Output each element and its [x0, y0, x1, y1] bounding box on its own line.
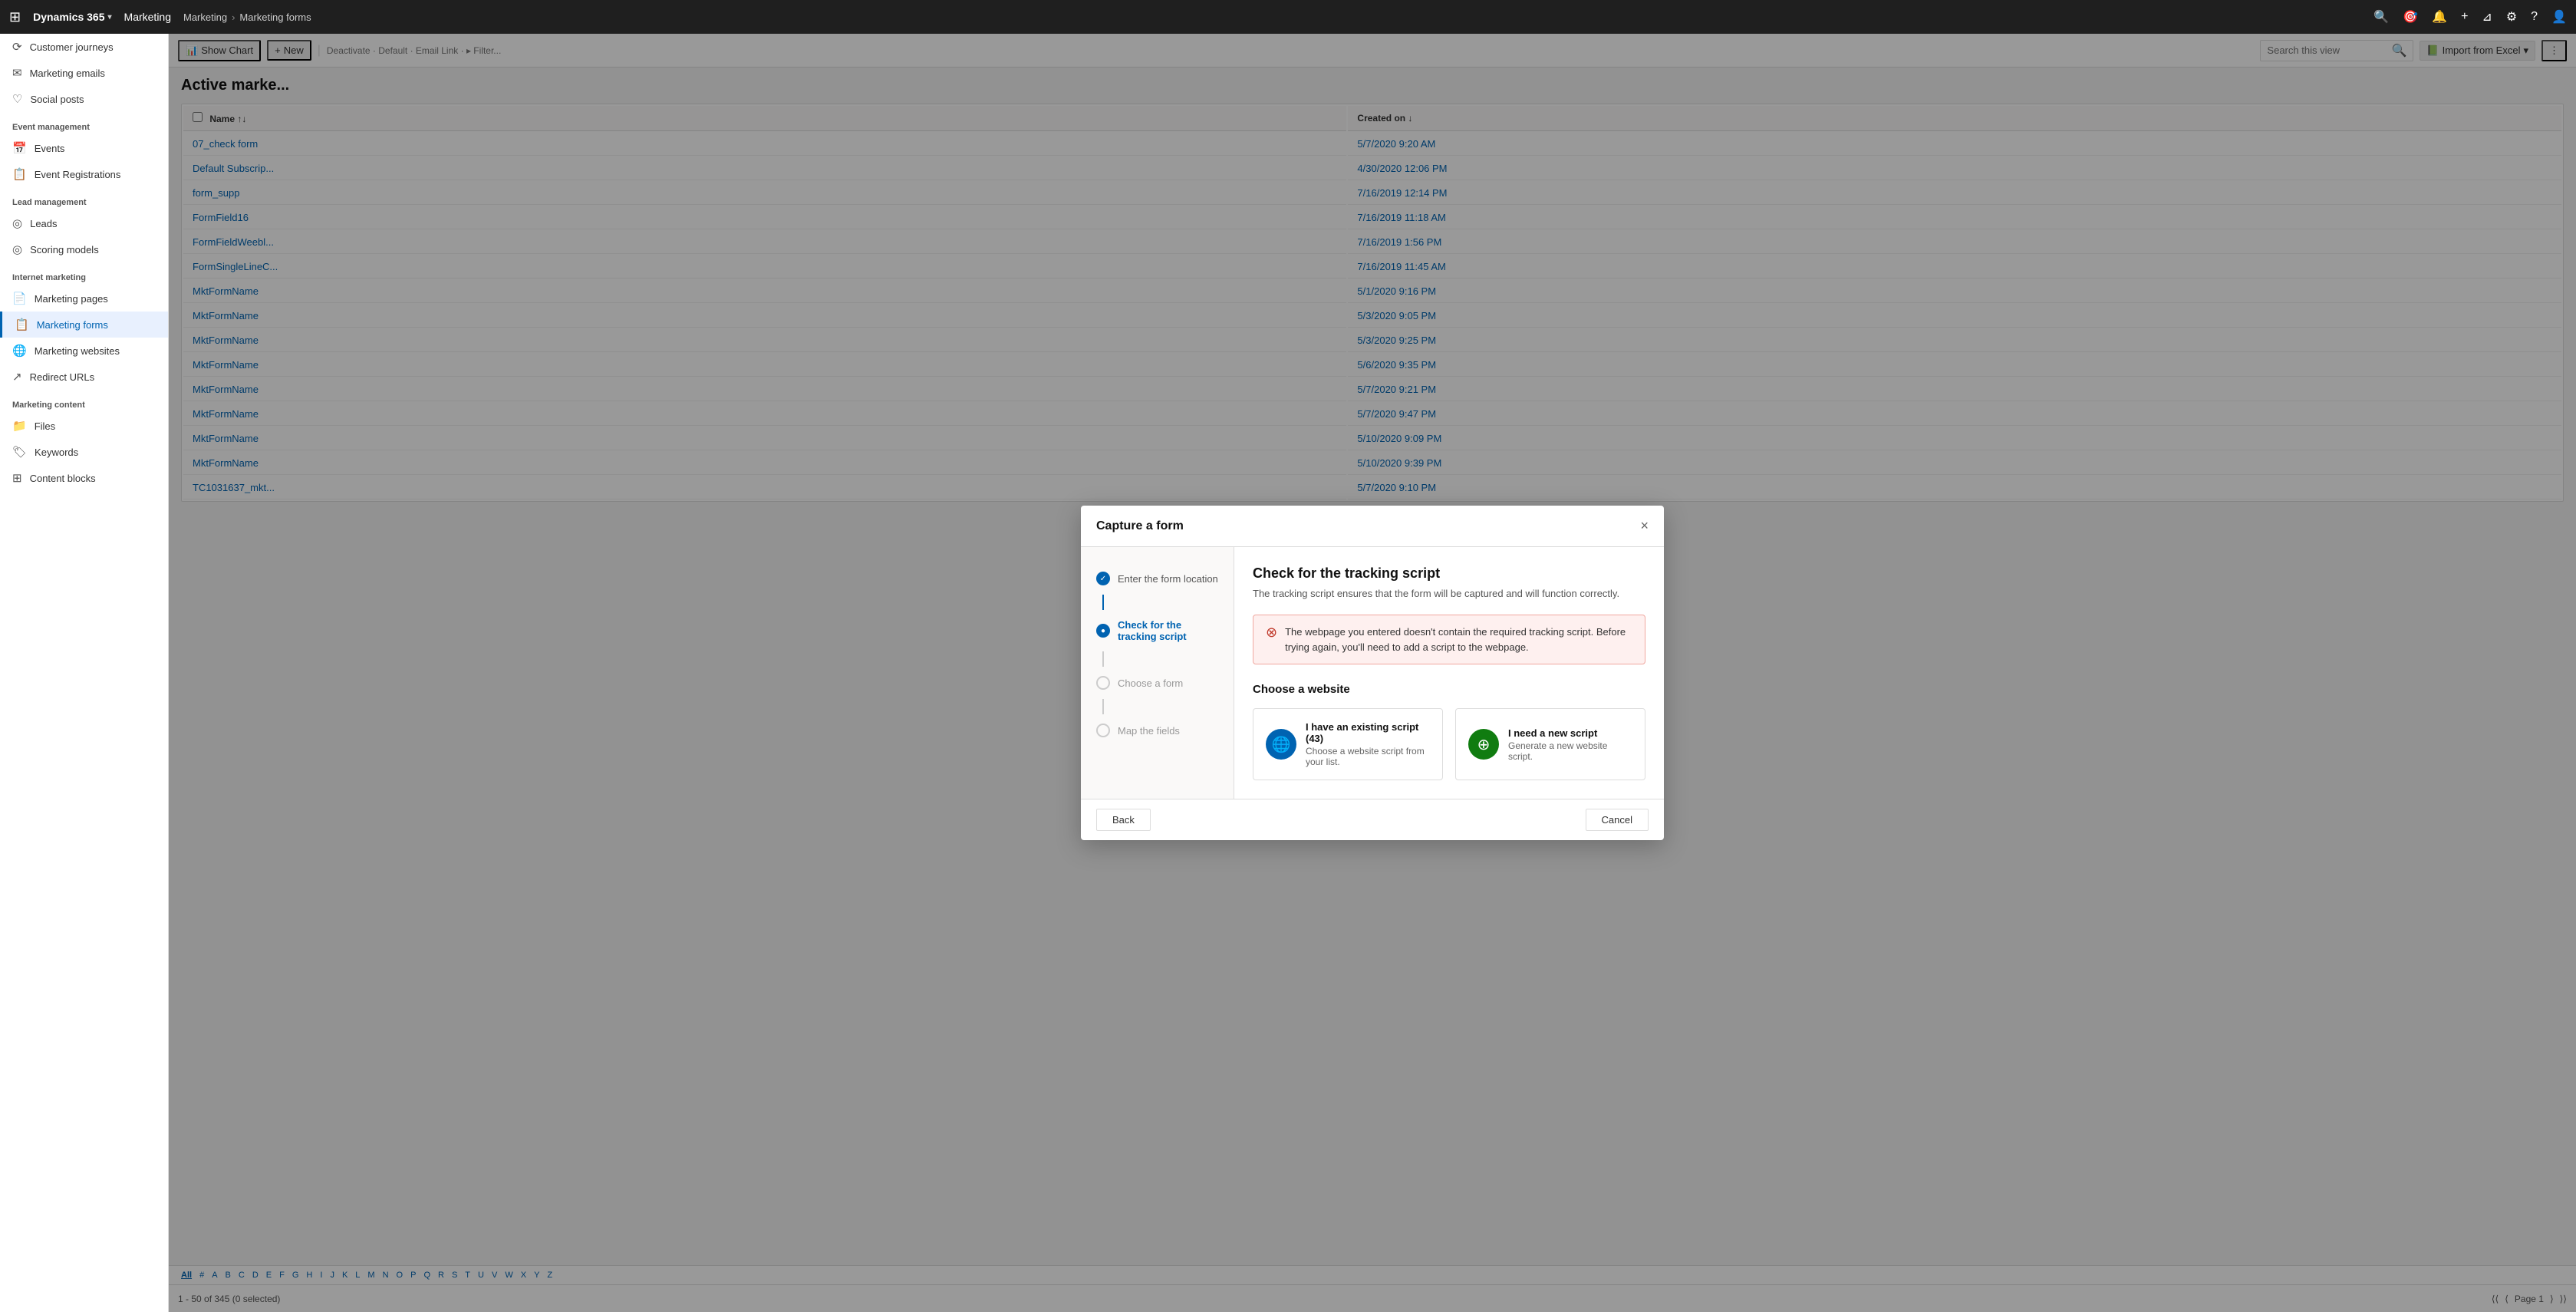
error-icon: ⊗: [1266, 625, 1277, 641]
events-icon: 📅: [12, 141, 27, 155]
step-label-1: Enter the form location: [1118, 573, 1218, 585]
sidebar-item-marketing-websites[interactable]: 🌐 Marketing websites: [0, 338, 168, 364]
option-new-script[interactable]: ⊕ I need a new script Generate a new web…: [1455, 708, 1645, 780]
modal-content-subtitle: The tracking script ensures that the for…: [1253, 588, 1645, 599]
sidebar: ⟳ Customer journeys ✉ Marketing emails ♡…: [0, 34, 169, 1312]
registrations-icon: 📋: [12, 167, 27, 181]
option-existing-script[interactable]: 🌐 I have an existing script (43) Choose …: [1253, 708, 1443, 780]
option-new-text: I need a new script Generate a new websi…: [1508, 727, 1632, 762]
app-body: ⟳ Customer journeys ✉ Marketing emails ♡…: [0, 34, 2576, 1312]
journey-icon: ⟳: [12, 40, 22, 54]
step-connector-2: [1102, 651, 1104, 667]
step-check-tracking: ● Check for the tracking script: [1081, 610, 1234, 651]
step-connector-1: [1102, 595, 1104, 610]
step-choose-form: Choose a form: [1081, 667, 1234, 699]
cancel-button[interactable]: Cancel: [1586, 809, 1649, 831]
choose-website-label: Choose a website: [1253, 683, 1645, 696]
modal-steps-panel: ✓ Enter the form location ● Check for th…: [1081, 547, 1234, 799]
back-button[interactable]: Back: [1096, 809, 1151, 831]
add-icon[interactable]: +: [2461, 10, 2468, 24]
modal-body: ✓ Enter the form location ● Check for th…: [1081, 547, 1664, 799]
existing-script-icon: 🌐: [1266, 729, 1296, 760]
option-new-title: I need a new script: [1508, 727, 1632, 739]
section-header-internet: Internet marketing: [0, 262, 168, 285]
sidebar-item-social-posts[interactable]: ♡ Social posts: [0, 86, 168, 112]
nav-icons: 🔍 🎯 🔔 + ⊿ ⚙ ? 👤: [2373, 9, 2567, 25]
step-circle-4: [1096, 724, 1110, 737]
option-existing-text: I have an existing script (43) Choose a …: [1306, 721, 1430, 767]
redirect-icon: ↗: [12, 370, 22, 384]
section-header-lead: Lead management: [0, 187, 168, 210]
files-icon: 📁: [12, 419, 27, 433]
breadcrumb: Marketing › Marketing forms: [183, 12, 311, 23]
modal-close-button[interactable]: ×: [1640, 518, 1649, 534]
sidebar-item-customer-journeys[interactable]: ⟳ Customer journeys: [0, 34, 168, 60]
sidebar-item-scoring-models[interactable]: ◎ Scoring models: [0, 236, 168, 262]
help-icon[interactable]: ?: [2531, 10, 2538, 24]
section-header-content: Marketing content: [0, 390, 168, 413]
step-enter-location: ✓ Enter the form location: [1081, 562, 1234, 595]
sidebar-item-content-blocks[interactable]: ⊞ Content blocks: [0, 465, 168, 491]
option-existing-title: I have an existing script (43): [1306, 721, 1430, 744]
sidebar-item-marketing-emails[interactable]: ✉ Marketing emails: [0, 60, 168, 86]
modal-content-heading: Check for the tracking script: [1253, 565, 1645, 582]
sidebar-item-marketing-pages[interactable]: 📄 Marketing pages: [0, 285, 168, 312]
modal-title: Capture a form: [1096, 519, 1184, 533]
step-circle-3: [1096, 676, 1110, 690]
keywords-icon: 🏷: [12, 445, 27, 459]
capture-form-modal: Capture a form × ✓ Enter the form locati…: [1081, 506, 1664, 840]
new-script-icon: ⊕: [1468, 729, 1499, 760]
settings-icon[interactable]: ⚙: [2506, 9, 2517, 25]
sidebar-item-redirect-urls[interactable]: ↗ Redirect URLs: [0, 364, 168, 390]
sidebar-item-leads[interactable]: ◎ Leads: [0, 210, 168, 236]
pages-icon: 📄: [12, 292, 27, 305]
main-content: 📊 Show Chart + New | Deactivate · Defaul…: [169, 34, 2576, 1312]
forms-icon: 📋: [15, 318, 29, 331]
scoring-icon: ◎: [12, 242, 22, 256]
sidebar-item-files[interactable]: 📁 Files: [0, 413, 168, 439]
option-existing-desc: Choose a website script from your list.: [1306, 746, 1430, 767]
error-text: The webpage you entered doesn't contain …: [1285, 625, 1632, 654]
social-icon: ♡: [12, 92, 22, 106]
modal-footer: Back Cancel: [1081, 799, 1664, 840]
sidebar-item-events[interactable]: 📅 Events: [0, 135, 168, 161]
sidebar-item-marketing-forms[interactable]: 📋 Marketing forms: [0, 312, 168, 338]
target-icon[interactable]: 🎯: [2403, 9, 2418, 25]
leads-icon: ◎: [12, 216, 22, 230]
step-label-4: Map the fields: [1118, 725, 1180, 737]
brand-chevron-icon: ▾: [108, 13, 112, 21]
step-label-3: Choose a form: [1118, 677, 1183, 689]
filter-icon[interactable]: ⊿: [2482, 9, 2492, 25]
option-new-desc: Generate a new website script.: [1508, 740, 1632, 762]
search-icon[interactable]: 🔍: [2373, 9, 2389, 25]
section-header-event: Event management: [0, 112, 168, 135]
sidebar-item-event-registrations[interactable]: 📋 Event Registrations: [0, 161, 168, 187]
grid-icon[interactable]: ⊞: [9, 9, 21, 25]
modal-overlay: Capture a form × ✓ Enter the form locati…: [169, 34, 2576, 1312]
step-circle-1: ✓: [1096, 572, 1110, 585]
modal-content-area: Check for the tracking script The tracki…: [1234, 547, 1664, 799]
sidebar-item-keywords[interactable]: 🏷 Keywords: [0, 439, 168, 465]
step-connector-3: [1102, 699, 1104, 714]
app-brand[interactable]: Dynamics 365 ▾: [33, 11, 111, 23]
modal-header: Capture a form ×: [1081, 506, 1664, 547]
step-circle-2: ●: [1096, 624, 1110, 638]
top-nav: ⊞ Dynamics 365 ▾ Marketing Marketing › M…: [0, 0, 2576, 34]
websites-icon: 🌐: [12, 344, 27, 358]
error-box: ⊗ The webpage you entered doesn't contai…: [1253, 615, 1645, 664]
app-module: Marketing: [124, 11, 171, 23]
notification-icon[interactable]: 🔔: [2432, 9, 2447, 25]
step-map-fields: Map the fields: [1081, 714, 1234, 747]
user-icon[interactable]: 👤: [2551, 9, 2567, 25]
email-icon: ✉: [12, 66, 22, 80]
blocks-icon: ⊞: [12, 471, 22, 485]
website-options: 🌐 I have an existing script (43) Choose …: [1253, 708, 1645, 780]
step-label-2: Check for the tracking script: [1118, 619, 1218, 642]
